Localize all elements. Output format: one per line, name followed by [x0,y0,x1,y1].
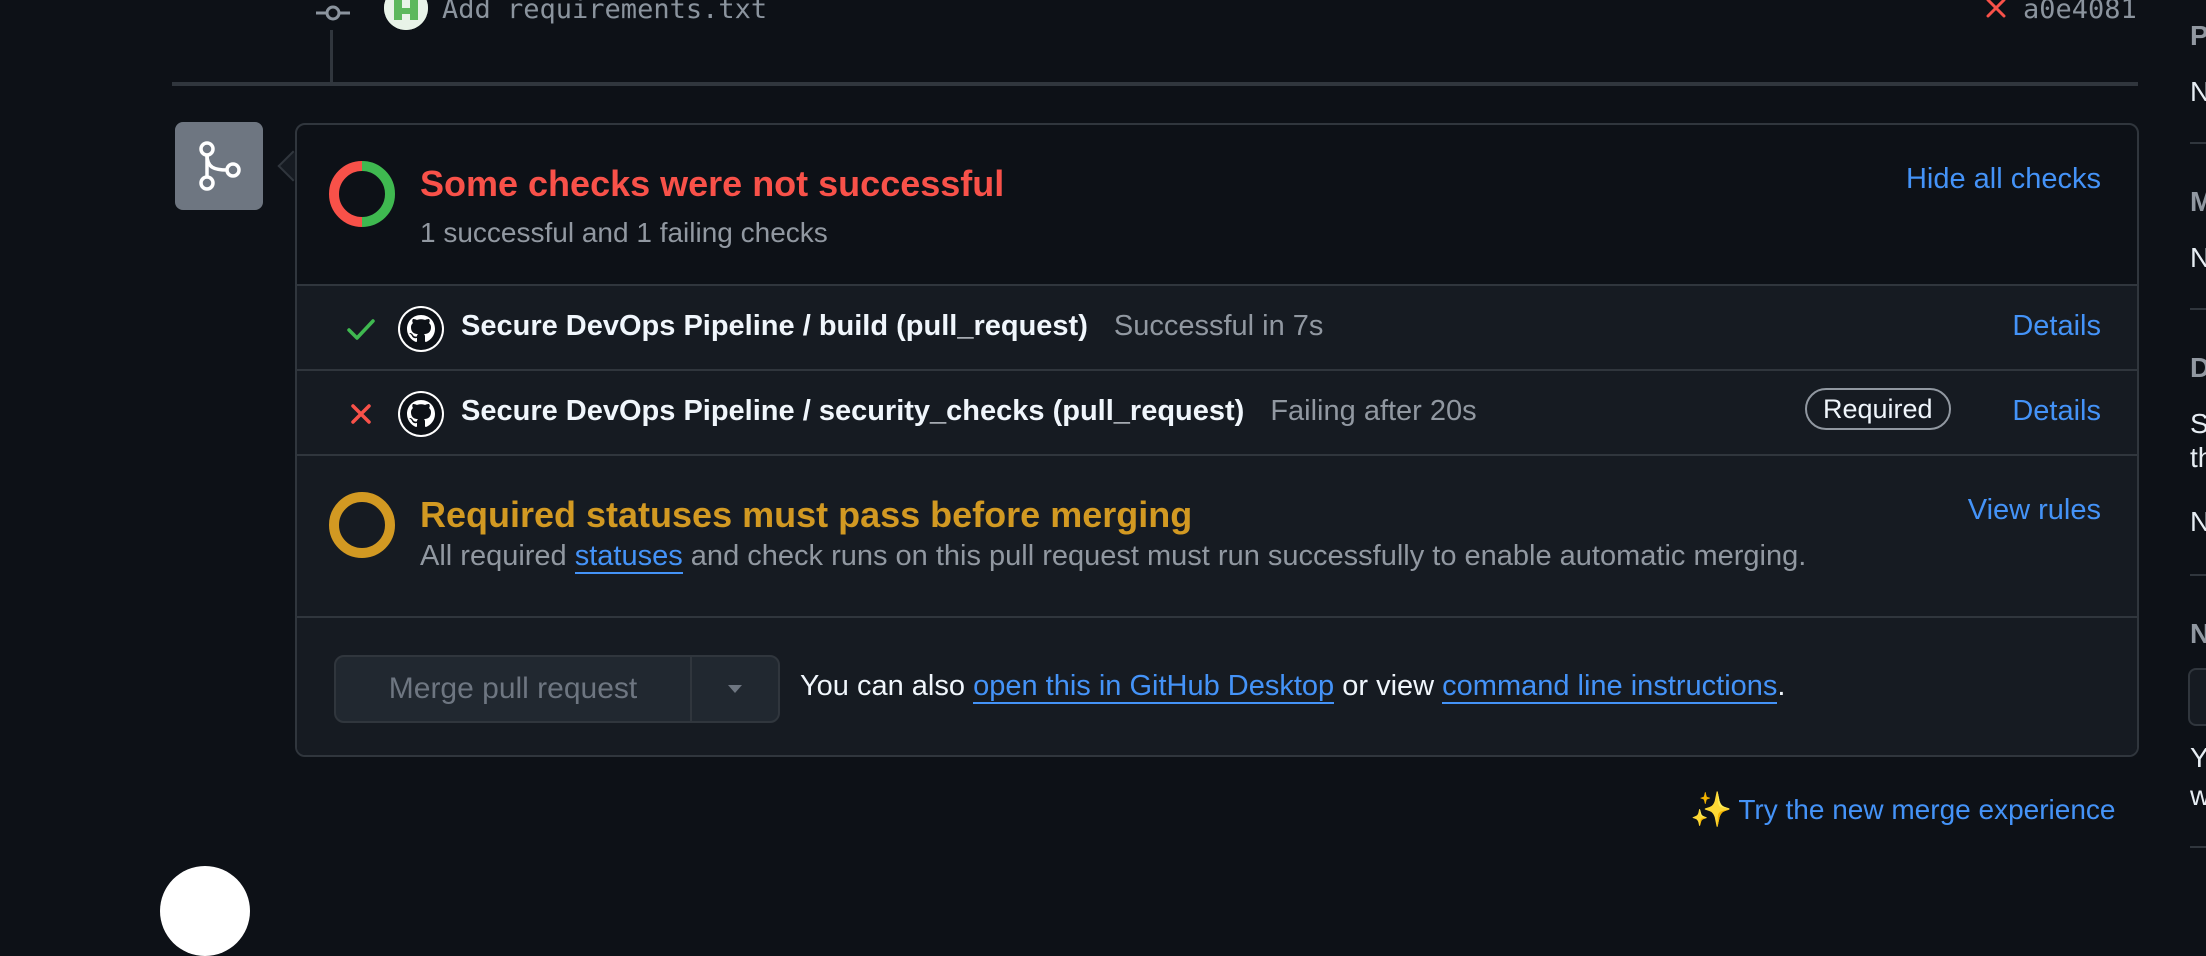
timeline-line [330,30,333,84]
rules-text-before: All required [420,540,575,572]
sidebar-value: th [2190,442,2206,473]
check-duration: Successful in 7s [1113,310,1324,342]
merge-button-group: Merge pull request [334,655,780,723]
checks-status-ring-icon [329,161,395,227]
checks-summary: Some checks were not successful 1 succes… [297,125,2137,286]
check-name-label: Secure DevOps Pipeline / security_checks… [461,395,1245,427]
sidebar-divider [2190,142,2206,144]
required-statuses-section: Required statuses must pass before mergi… [297,456,2137,618]
merge-alt-suffix: . [1777,670,1786,702]
view-rules-link[interactable]: View rules [1968,494,2101,527]
pending-status-ring-icon [329,492,395,558]
github-logo-icon [398,391,444,437]
git-merge-badge [175,122,263,210]
git-commit-icon [316,5,350,21]
right-sidebar: P N M N D S th N N Y w [2150,0,2206,878]
checks-summary-subtitle: 1 successful and 1 failing checks [420,217,828,248]
sidebar-divider [2190,846,2206,848]
check-row: Secure DevOps Pipeline / build (pull_req… [297,286,2137,371]
sidebar-heading: D [2190,352,2206,383]
sidebar-value: N [2190,76,2206,107]
command-line-instructions-link[interactable]: command line instructions [1442,670,1778,704]
check-icon [347,319,375,340]
merge-alt-middle: or view [1334,670,1443,702]
x-icon[interactable] [1982,0,2010,22]
merge-box: Some checks were not successful 1 succes… [295,123,2139,757]
required-statuses-description: All required statuses and check runs on … [420,540,1807,574]
merge-options-dropdown[interactable] [692,657,778,721]
sparkles-icon: ✨ [1690,791,1733,829]
sidebar-heading: P [2190,20,2206,51]
try-new-merge-label: Try the new merge experience [1738,794,2116,825]
checks-summary-title: Some checks were not successful [420,163,1005,204]
sidebar-value: Y [2190,742,2206,773]
required-badge: Required [1805,388,1951,430]
sidebar-divider [2190,574,2206,576]
merge-pull-request-button[interactable]: Merge pull request [336,657,692,721]
sidebar-value: w [2190,780,2206,811]
merge-action-section: Merge pull request You can also open thi… [297,618,2137,755]
commit-sha-link[interactable]: a0e4081 [2023,0,2137,25]
hide-all-checks-button[interactable]: Hide all checks [1906,163,2101,196]
sidebar-value: N [2190,242,2206,273]
sidebar-button[interactable] [2188,668,2206,726]
try-new-merge-experience-link[interactable]: ✨ Try the new merge experience [1690,790,2115,830]
merge-alternatives-text: You can also open this in GitHub Desktop… [800,670,1786,704]
check-name-label: Secure DevOps Pipeline / build (pull_req… [461,310,1088,342]
check-name: Secure DevOps Pipeline / build (pull_req… [461,310,1323,343]
required-statuses-title: Required statuses must pass before mergi… [420,494,1193,535]
git-merge-icon [199,141,241,191]
commit-author-avatar[interactable] [384,0,428,30]
merge-alt-prefix: You can also [800,670,974,702]
github-logo-icon [398,306,444,352]
sidebar-heading: M [2190,186,2206,217]
statuses-link[interactable]: statuses [574,540,683,574]
x-icon [351,404,371,424]
rules-text-after: and check runs on this pull request must… [682,540,1807,572]
sidebar-value: S [2190,408,2206,439]
triangle-down-icon [728,685,742,693]
sidebar-heading: N [2190,618,2206,649]
open-in-desktop-link[interactable]: open this in GitHub Desktop [973,670,1335,704]
check-row: Secure DevOps Pipeline / security_checks… [297,371,2137,456]
check-details-link[interactable]: Details [2012,395,2101,428]
check-name: Secure DevOps Pipeline / security_checks… [461,395,1477,428]
avatar[interactable] [160,866,250,956]
check-details-link[interactable]: Details [2012,310,2101,343]
sidebar-divider [2190,308,2206,310]
commit-message-link[interactable]: Add requirements.txt [442,0,767,25]
sidebar-value: N [2190,506,2206,537]
timeline-divider [172,82,2138,86]
check-duration: Failing after 20s [1270,395,1477,427]
